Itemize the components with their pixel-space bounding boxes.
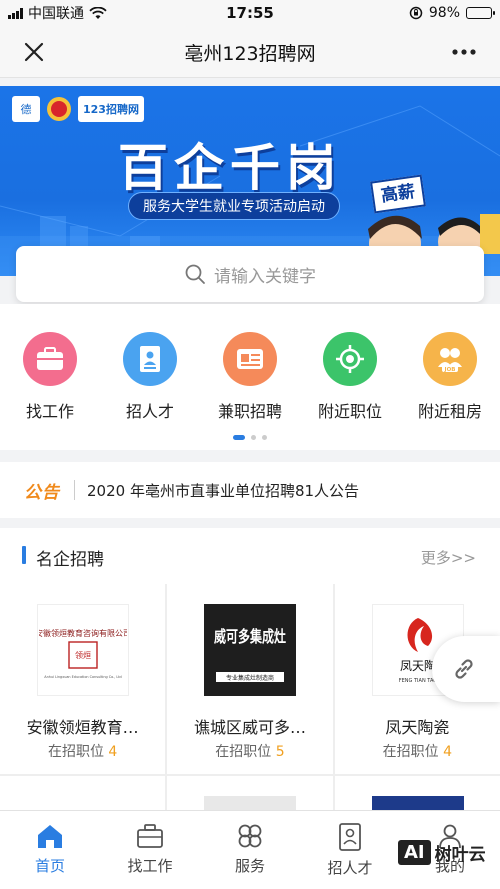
positions-label: 在招职位 bbox=[47, 744, 104, 760]
quick-item-circle bbox=[223, 332, 277, 386]
tab-label: 招人才 bbox=[327, 859, 373, 877]
quick-item-circle: JOB bbox=[423, 332, 477, 386]
company-logo: 威可多集成灶 专业集成灶制造商 bbox=[204, 604, 297, 696]
company-name: 安徽领烜教育… bbox=[26, 718, 139, 737]
clover-icon bbox=[238, 824, 262, 848]
company-name: 谯城区威可多… bbox=[193, 718, 306, 737]
company-logo-text: 凤天陶 bbox=[400, 658, 436, 673]
watermark-badge: AI bbox=[398, 840, 431, 865]
nav-bar: 亳州123招聘网 bbox=[0, 26, 500, 78]
quick-item-circle bbox=[23, 332, 77, 386]
share-link-button[interactable] bbox=[432, 636, 500, 702]
location-target-icon bbox=[336, 345, 364, 373]
notice-divider bbox=[74, 480, 75, 500]
page-dot bbox=[251, 435, 256, 440]
page-dot bbox=[262, 435, 267, 440]
quick-item-nearby-jobs[interactable]: 附近职位 bbox=[300, 332, 400, 422]
positions-count: 4 bbox=[443, 744, 452, 760]
company-grid: 安徽领烜教育咨询有限公司 领烜 Anhui Lingxuan Education… bbox=[0, 584, 500, 828]
quick-item-find-job[interactable]: 找工作 bbox=[0, 332, 100, 422]
quick-item-label: 找工作 bbox=[25, 402, 74, 421]
positions-count: 4 bbox=[108, 744, 118, 760]
search-input[interactable]: 请输入关键字 bbox=[16, 246, 484, 302]
link-icon bbox=[455, 659, 473, 679]
college-logo-icon: 德 bbox=[12, 96, 40, 122]
orientation-lock-icon bbox=[409, 6, 423, 20]
quick-item-recruit[interactable]: 招人才 bbox=[100, 332, 200, 422]
quick-item-nearby-rentals[interactable]: JOB 附近租房 bbox=[400, 332, 500, 422]
quick-menu: 找工作 招人才 兼职招聘 附近职位 JOB 附近租房 bbox=[0, 304, 500, 450]
company-logo: 安徽领烜教育咨询有限公司 领烜 Anhui Lingxuan Education… bbox=[37, 604, 129, 696]
house-job-icon: JOB bbox=[438, 348, 462, 373]
company-logo-image: 安徽领烜教育咨询有限公司 领烜 Anhui Lingxuan Education… bbox=[39, 628, 127, 679]
status-right: 98% bbox=[409, 5, 495, 21]
battery-percent: 98% bbox=[428, 5, 460, 21]
featured-companies: 名企招聘 更多>> 安徽领烜教育咨询有限公司 领烜 Anhui Lingxuan… bbox=[0, 528, 500, 828]
company-positions: 在招职位 5 bbox=[167, 741, 332, 761]
league-badge-icon bbox=[47, 97, 71, 121]
site-logo-text: 123招聘网 bbox=[83, 103, 139, 116]
company-logo-image: 威可多集成灶 专业集成灶制造商 bbox=[214, 627, 286, 682]
tab-services[interactable]: 服务 bbox=[200, 811, 300, 889]
tab-recruit[interactable]: 招人才 bbox=[300, 811, 400, 889]
banner-subtitle: 服务大学生就业专项活动启动 bbox=[128, 192, 340, 220]
quick-item-label: 附近租房 bbox=[417, 402, 482, 421]
app-page: 中国联通 17:55 98% 亳州123招聘网 德 123招聘网 百企千岗 服务… bbox=[0, 0, 500, 889]
notice-text[interactable]: 2020 年亳州市直事业单位招聘81人公告 bbox=[87, 480, 359, 501]
resume-icon bbox=[140, 346, 160, 372]
tab-label: 首页 bbox=[34, 857, 65, 875]
company-logo-subtext: Anhui Lingxuan Education Consulting Co.,… bbox=[44, 675, 121, 679]
quick-menu-items: 找工作 招人才 兼职招聘 附近职位 JOB 附近租房 bbox=[0, 332, 500, 422]
section-header: 名企招聘 更多>> bbox=[0, 528, 500, 584]
search-placeholder: 请输入关键字 bbox=[214, 266, 316, 287]
tab-find-job[interactable]: 找工作 bbox=[100, 811, 200, 889]
positions-label: 在招职位 bbox=[382, 744, 439, 760]
company-card[interactable]: 安徽领烜教育咨询有限公司 领烜 Anhui Lingxuan Education… bbox=[0, 584, 166, 774]
page-indicator bbox=[0, 435, 500, 440]
quick-item-label: 招人才 bbox=[125, 402, 174, 421]
tab-home[interactable]: 首页 bbox=[0, 811, 100, 889]
company-logo-text: 威可多集成灶 bbox=[214, 627, 286, 646]
more-icon[interactable] bbox=[450, 40, 478, 64]
banner-logos: 德 123招聘网 bbox=[12, 96, 144, 122]
tab-label: 服务 bbox=[234, 857, 265, 875]
watermark-text: 树叶云 bbox=[434, 845, 486, 865]
company-card[interactable]: 威可多集成灶 专业集成灶制造商 谯城区威可多… 在招职位 5 bbox=[167, 584, 333, 774]
quick-item-circle bbox=[123, 332, 177, 386]
positions-count: 5 bbox=[275, 744, 285, 760]
watermark: AI 树叶云 bbox=[398, 840, 486, 865]
tab-label: 找工作 bbox=[127, 857, 173, 875]
quick-item-label: 附近职位 bbox=[317, 402, 382, 421]
notice-badge: 公告 bbox=[24, 482, 60, 503]
quick-item-label: 兼职招聘 bbox=[217, 402, 282, 421]
more-link[interactable]: 更多>> bbox=[421, 547, 476, 568]
banner-headline: 百企千岗 bbox=[118, 139, 342, 197]
quick-item-circle bbox=[323, 332, 377, 386]
search-icon bbox=[185, 264, 205, 284]
svg-text:德: 德 bbox=[21, 102, 32, 116]
company-positions: 在招职位 4 bbox=[335, 741, 500, 761]
briefcase-icon bbox=[137, 824, 163, 848]
status-bar: 中国联通 17:55 98% bbox=[0, 0, 500, 26]
home-icon bbox=[38, 825, 62, 848]
positions-label: 在招职位 bbox=[215, 744, 272, 760]
company-logo-subtext: FENG TIAN TAO bbox=[398, 678, 437, 684]
section-title: 名企招聘 bbox=[36, 550, 104, 570]
notice-bar[interactable]: 公告 2020 年亳州市直事业单位招聘81人公告 bbox=[0, 462, 500, 518]
company-positions: 在招职位 4 bbox=[0, 741, 165, 761]
quick-item-part-time[interactable]: 兼职招聘 bbox=[200, 332, 300, 422]
page-title: 亳州123招聘网 bbox=[184, 43, 316, 65]
page-dot-active bbox=[233, 435, 245, 440]
site-logo: 123招聘网 bbox=[78, 96, 144, 122]
list-card-icon bbox=[237, 349, 263, 369]
briefcase-icon bbox=[37, 347, 63, 370]
battery-icon bbox=[466, 7, 495, 19]
svg-text:JOB: JOB bbox=[444, 367, 456, 373]
company-name: 凤天陶瓷 bbox=[385, 718, 450, 737]
section-accent-bar bbox=[22, 546, 26, 564]
company-logo-seal: 领烜 bbox=[75, 650, 91, 660]
company-logo-text: 安徽领烜教育咨询有限公司 bbox=[39, 628, 127, 638]
company-logo-subtext: 专业集成灶制造商 bbox=[226, 674, 274, 682]
resume-icon bbox=[339, 823, 361, 851]
